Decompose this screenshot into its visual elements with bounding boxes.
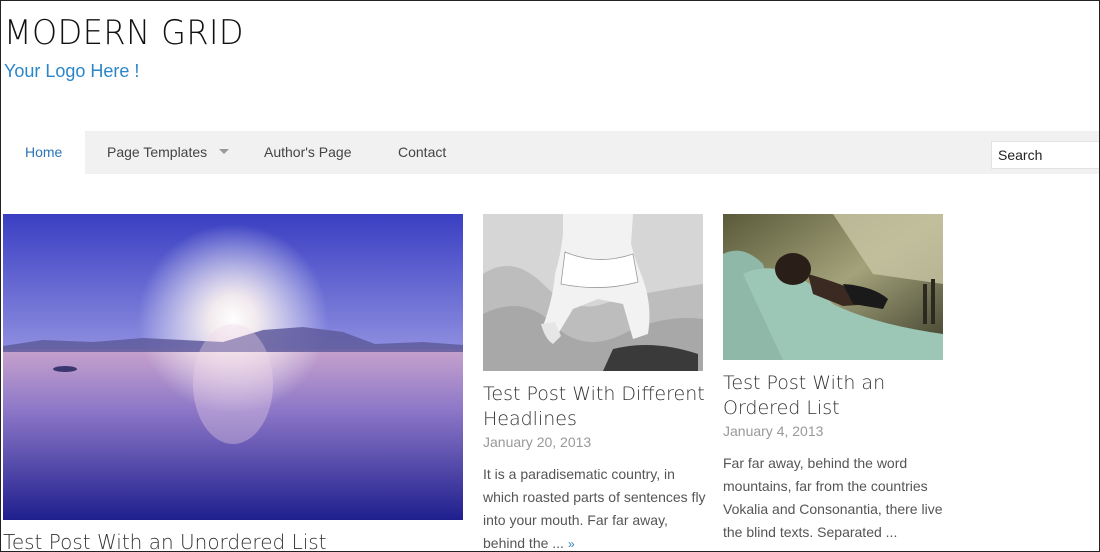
post-date: January 4, 2013 (723, 423, 824, 439)
nav-item-page-templates[interactable]: Page Templates (84, 131, 252, 174)
post-title[interactable]: Test Post With an Unordered List (3, 530, 327, 551)
post-title[interactable]: Test Post With Different Headlines (483, 382, 708, 432)
post-excerpt: It is a paradisematic country, in which … (483, 463, 709, 551)
search-input[interactable] (991, 141, 1099, 169)
main-navigation: Home Page Templates Author's Page Contac… (2, 131, 1099, 174)
post-excerpt: Far far away, behind the word mountains,… (723, 452, 949, 544)
nav-item-label: Author's Page (264, 144, 352, 160)
read-more-link[interactable]: » (568, 537, 575, 551)
post-title[interactable]: Test Post With an Ordered List (723, 371, 948, 421)
dropdown-caret-icon (219, 148, 230, 154)
kneeling-woman-bw-image[interactable] (483, 214, 703, 371)
woman-lying-bed-svg (723, 214, 943, 360)
site-tagline[interactable]: Your Logo Here ! (4, 61, 139, 82)
nav-item-label: Home (25, 144, 63, 160)
nav-item-label: Contact (398, 144, 447, 160)
sunrise-lake-image[interactable] (3, 214, 463, 520)
nav-item-authors-page[interactable]: Author's Page (241, 131, 375, 174)
page-frame: MODERN GRID Your Logo Here ! Home Page T… (0, 0, 1100, 552)
kneeling-woman-svg (483, 214, 703, 371)
nav-item-contact[interactable]: Contact (375, 131, 469, 174)
nav-item-label: Page Templates (107, 144, 208, 160)
sunrise-lake-svg (3, 214, 463, 520)
nav-item-home[interactable]: Home (2, 131, 86, 174)
woman-lying-bed-image[interactable] (723, 214, 943, 360)
post-excerpt-text: It is a paradisematic country, in which … (483, 466, 706, 551)
post-date: January 20, 2013 (483, 434, 592, 450)
site-title[interactable]: MODERN GRID (4, 13, 244, 53)
post-excerpt-text: Far far away, behind the word mountains,… (723, 455, 943, 540)
